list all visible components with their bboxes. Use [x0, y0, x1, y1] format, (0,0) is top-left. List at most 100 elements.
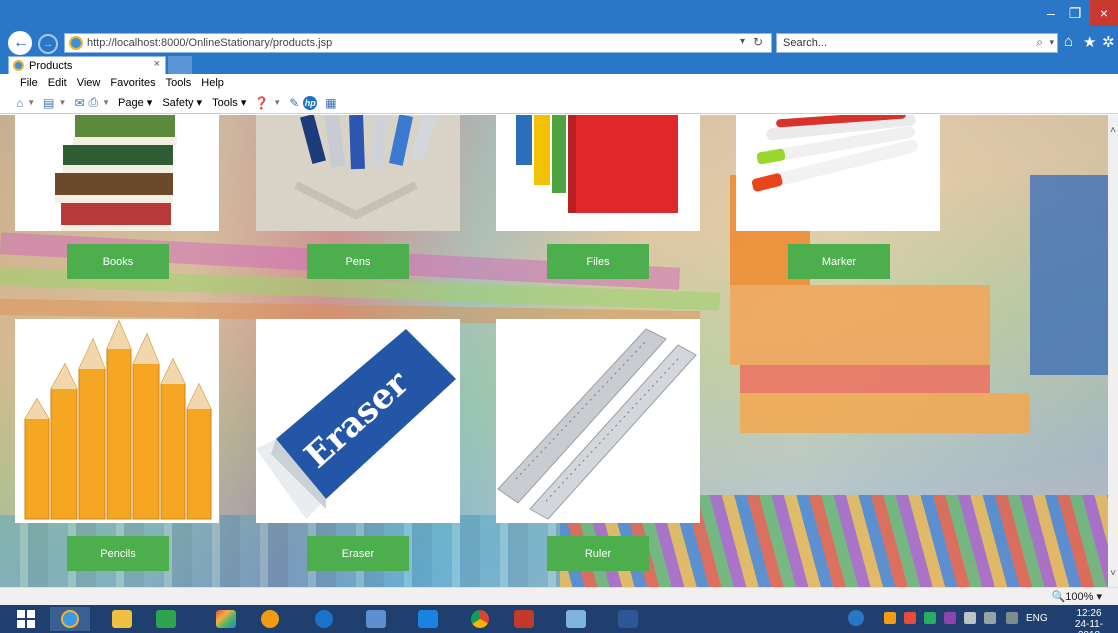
close-window-button[interactable]: ×	[1090, 0, 1118, 26]
new-tab-button[interactable]	[168, 56, 192, 74]
app-icon	[514, 610, 534, 628]
taskbar-paint[interactable]	[556, 607, 596, 631]
language-indicator[interactable]: ENG	[1026, 613, 1048, 624]
scroll-down-icon[interactable]: ˅	[1108, 568, 1118, 579]
print-dropdown-icon[interactable]: ▼	[102, 98, 110, 107]
forward-button[interactable]: →	[38, 34, 58, 54]
product-image-pencils[interactable]	[15, 319, 219, 523]
home-icon[interactable]: ⌂	[16, 96, 23, 110]
taskbar-word[interactable]	[608, 607, 648, 631]
folder-icon	[112, 610, 132, 628]
menu-favorites[interactable]: Favorites	[110, 77, 155, 89]
ruler-button[interactable]: Ruler	[547, 536, 649, 571]
tray-icon[interactable]	[924, 612, 936, 624]
feeds-icon[interactable]: ▤	[43, 96, 54, 110]
tray-icon[interactable]	[944, 612, 956, 624]
pens-button[interactable]: Pens	[307, 244, 409, 279]
search-icon[interactable]: ⌕	[1036, 35, 1043, 50]
vertical-scrollbar[interactable]: ˄ ˅	[1108, 115, 1118, 587]
books-image	[55, 115, 177, 231]
taskbar-chrome[interactable]	[460, 607, 500, 631]
gear-icon[interactable]: ✲	[1102, 33, 1115, 51]
product-image-books[interactable]	[15, 115, 219, 231]
command-bar: ⌂ ▼ ▤ ▼ ✉ ⎙ ▼ Page ▾ Safety ▾ Tools ▾ ❓ …	[0, 92, 1118, 114]
mail-icon[interactable]: ✉	[74, 96, 84, 110]
help-tray-icon[interactable]	[848, 610, 864, 626]
battery-icon[interactable]	[1006, 612, 1018, 624]
taskbar-app[interactable]	[504, 607, 544, 631]
taskbar-store[interactable]	[146, 607, 186, 631]
home-dropdown-icon[interactable]: ▼	[27, 98, 35, 107]
tab-close-icon[interactable]: ×	[154, 58, 160, 70]
search-input[interactable]: Search...	[783, 37, 827, 49]
menu-view[interactable]: View	[77, 77, 101, 89]
taskbar-internet-explorer[interactable]	[50, 607, 90, 631]
menu-help[interactable]: Help	[201, 77, 224, 89]
window-titlebar: – ❐ ×	[0, 0, 1118, 30]
clock-time: 12:26	[1076, 608, 1102, 619]
page-menu[interactable]: Page ▾	[118, 96, 152, 109]
menu-tools[interactable]: Tools	[166, 77, 192, 89]
product-image-marker[interactable]	[736, 115, 940, 231]
pencils-button[interactable]: Pencils	[67, 536, 169, 571]
menu-bar: File Edit View Favorites Tools Help	[0, 74, 1118, 92]
help-dropdown-icon[interactable]: ▼	[273, 98, 281, 107]
taskbar-hp[interactable]	[304, 607, 344, 631]
network-icon[interactable]	[984, 612, 996, 624]
eraser-button[interactable]: Eraser	[307, 536, 409, 571]
menu-edit[interactable]: Edit	[48, 77, 67, 89]
tab-strip: Products ×	[0, 56, 1118, 74]
files-button[interactable]: Files	[547, 244, 649, 279]
volume-icon[interactable]	[964, 612, 976, 624]
paint-icon	[566, 610, 586, 628]
tab-products[interactable]: Products ×	[8, 56, 166, 74]
minimize-button[interactable]: –	[1041, 0, 1061, 26]
pencils-image	[24, 319, 212, 520]
presentation-icon	[366, 610, 386, 628]
tools-menu[interactable]: Tools ▾	[212, 96, 246, 109]
feeds-dropdown-icon[interactable]: ▼	[59, 98, 67, 107]
print-icon[interactable]: ⎙	[89, 95, 99, 110]
address-dropdown-icon[interactable]: ▾	[740, 36, 745, 47]
chrome-icon	[471, 610, 489, 628]
bg-sticky-notes	[740, 365, 990, 393]
product-image-pens[interactable]	[256, 115, 460, 231]
refresh-icon[interactable]: ↻	[753, 35, 763, 49]
safety-menu[interactable]: Safety ▾	[162, 96, 202, 109]
internet-explorer-icon	[61, 610, 79, 628]
books-button[interactable]: Books	[67, 244, 169, 279]
research-icon[interactable]: ✎	[289, 96, 299, 110]
back-button[interactable]: ←	[8, 31, 32, 55]
extension-icon[interactable]: ▦	[325, 96, 336, 110]
home-icon[interactable]: ⌂	[1064, 33, 1073, 50]
menu-file[interactable]: File	[20, 77, 38, 89]
maximize-button[interactable]: ❐	[1062, 0, 1088, 26]
taskbar-presentation[interactable]	[356, 607, 396, 631]
hp-icon[interactable]: hp	[303, 95, 318, 110]
scroll-up-icon[interactable]: ˄	[1108, 125, 1118, 136]
favorites-star-icon[interactable]: ★	[1083, 33, 1096, 51]
word-icon	[618, 610, 638, 628]
help-icon[interactable]: ❓	[254, 96, 269, 110]
taskbar-photos[interactable]	[206, 607, 246, 631]
marker-button[interactable]: Marker	[788, 244, 890, 279]
ie-page-icon	[69, 36, 83, 50]
product-image-ruler[interactable]	[496, 319, 700, 523]
store-icon	[156, 610, 176, 628]
taskbar-file-explorer[interactable]	[102, 607, 142, 631]
address-bar[interactable]: http://localhost:8000/OnlineStationary/p…	[64, 33, 772, 53]
clock[interactable]: 12:26 24-11-2018	[1064, 608, 1114, 633]
product-image-eraser[interactable]: Eraser	[256, 319, 460, 523]
address-url[interactable]: http://localhost:8000/OnlineStationary/p…	[87, 37, 332, 49]
taskbar-media-player[interactable]	[250, 607, 290, 631]
taskbar-dropbox[interactable]	[408, 607, 448, 631]
search-dropdown-icon[interactable]: ▾	[1049, 37, 1054, 48]
arrow-right-icon: →	[42, 38, 54, 50]
tray-icon[interactable]	[884, 612, 896, 624]
product-image-files[interactable]	[496, 115, 700, 231]
search-box[interactable]: Search... ⌕ ▾	[776, 33, 1058, 53]
start-button[interactable]	[6, 607, 46, 631]
windows-taskbar: ENG 12:26 24-11-2018	[0, 605, 1118, 633]
zoom-level[interactable]: 🔍100% ▾	[1052, 590, 1102, 603]
flag-icon[interactable]	[904, 612, 916, 624]
